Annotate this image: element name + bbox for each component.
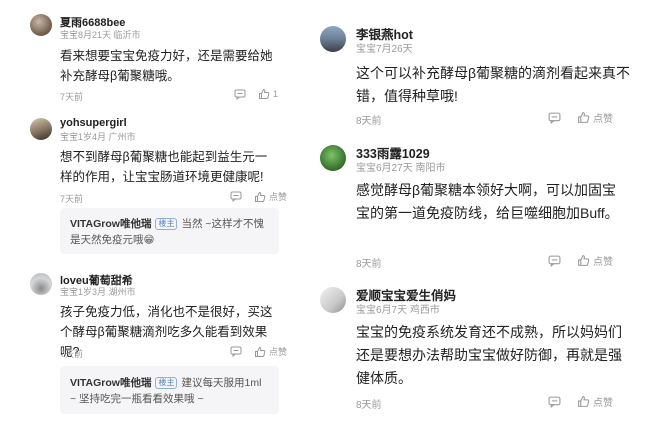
comment-time: 8天前 (356, 259, 382, 270)
thumb-up-icon (259, 88, 270, 99)
reply-button[interactable] (230, 191, 242, 202)
comment-icon (548, 255, 561, 267)
reply-author-name[interactable]: VITAGrow唯他瑞 (70, 218, 151, 230)
avatar[interactable] (30, 14, 52, 36)
like-count: 1 (273, 89, 279, 99)
user-meta: 宝宝6月27天 南阳市 (356, 163, 446, 174)
thumb-up-icon (255, 191, 266, 202)
like-button[interactable]: 点赞 (577, 110, 613, 125)
comment-actions: 点赞 (536, 110, 613, 125)
comment-icon (548, 112, 561, 124)
comment-text: 这个可以补充酵母β葡聚糖的滴剂看起来真不错，值得种草哦! (356, 65, 631, 104)
reply-button[interactable] (234, 89, 246, 100)
reply-button[interactable] (548, 112, 561, 124)
reply-button[interactable] (548, 255, 561, 267)
comment-item: loveu葡萄甜希 宝宝1岁3月 湖州市 孩子免疫力低，消化也不是很好，买这个酵… (0, 260, 300, 427)
comment-time: 8天前 (356, 116, 382, 127)
comment-actions: 1 (222, 88, 278, 100)
thumb-up-icon (578, 112, 590, 123)
comment-icon (234, 89, 246, 100)
comment-item: 333雨露1029 宝宝6月27天 南阳市 感觉酵母β葡聚糖本领好大啊，可以加固… (318, 135, 650, 275)
author-badge: 楼主 (155, 377, 178, 389)
comment-time: 7天前 (60, 349, 84, 359)
comment-item: yohsupergirl 宝宝1岁4月 广州市 想不到酵母β葡聚糖也能起到益生元… (0, 110, 300, 260)
comment-time: 7天前 (60, 194, 84, 204)
comment-time: 7天前 (60, 92, 84, 102)
avatar[interactable] (320, 26, 346, 52)
like-label: 点赞 (269, 347, 288, 357)
thumb-up-icon (255, 346, 266, 357)
author-reply: VITAGrow唯他瑞 楼主 当然 ~这样才不愧是天然免疫元哦😁 (60, 208, 279, 254)
comment-actions: 点赞 (536, 253, 613, 268)
username[interactable]: yohsupergirl (60, 117, 127, 129)
reply-button[interactable] (230, 346, 242, 357)
avatar[interactable] (30, 118, 52, 140)
comment-text: 想不到酵母β葡聚糖也能起到益生元一样的作用，让宝宝肠道环境更健康呢! (60, 150, 268, 184)
comment-text: 宝宝的免疫系统发育还不成熟，所以妈妈们还是要想办法帮助宝宝做好防御，再就是强健体… (356, 324, 622, 386)
like-button[interactable]: 点赞 (577, 394, 613, 409)
thumb-up-icon (578, 396, 590, 407)
reply-button[interactable] (548, 396, 561, 408)
comment-text: 看来想要宝宝免疫力好，还是需要给她补充酵母β葡聚糖哦。 (60, 49, 273, 83)
author-reply: VITAGrow唯他瑞 楼主 建议每天服用1ml ~ 坚持吃完一瓶看看效果哦 ~ (60, 366, 279, 414)
comment-item: 爱顺宝宝爱生俏妈 宝宝6月7天 鸡西市 宝宝的免疫系统发育还不成熟，所以妈妈们还… (318, 275, 650, 427)
like-label: 点赞 (593, 398, 613, 409)
comment-icon (548, 396, 561, 408)
like-label: 点赞 (269, 192, 288, 202)
user-meta: 宝宝1岁3月 湖州市 (60, 287, 136, 297)
like-label: 点赞 (593, 114, 613, 125)
reply-author-name[interactable]: VITAGrow唯他瑞 (70, 377, 151, 389)
comment-text: 感觉酵母β葡聚糖本领好大啊，可以加固宝宝的第一道免疫防线，给巨噬细胞加Buff。 (356, 182, 619, 221)
user-meta: 宝宝1岁4月 广州市 (60, 132, 136, 142)
thumb-up-icon (578, 255, 590, 266)
comment-icon (230, 191, 242, 202)
like-button[interactable]: 1 (258, 88, 278, 100)
like-button[interactable]: 点赞 (254, 345, 287, 358)
comment-actions: 点赞 (218, 345, 287, 358)
comment-item: 李银燕hot 宝宝7月26天 这个可以补充酵母β葡聚糖的滴剂看起来真不错，值得种… (318, 0, 650, 135)
user-meta: 宝宝8月21天 临沂市 (60, 30, 141, 40)
comment-icon (230, 346, 242, 357)
like-button[interactable]: 点赞 (254, 190, 287, 203)
author-badge: 楼主 (155, 218, 178, 230)
avatar[interactable] (320, 287, 346, 313)
avatar[interactable] (320, 145, 346, 171)
comment-actions: 点赞 (536, 394, 613, 409)
like-label: 点赞 (593, 257, 613, 268)
user-meta: 宝宝6月7天 鸡西市 (356, 305, 440, 316)
like-button[interactable]: 点赞 (577, 253, 613, 268)
comment-time: 8天前 (356, 400, 382, 411)
comment-item: 夏雨6688bee 宝宝8月21天 临沂市 看来想要宝宝免疫力好，还是需要给她补… (0, 0, 300, 110)
avatar[interactable] (30, 273, 52, 295)
comment-actions: 点赞 (218, 190, 287, 203)
user-meta: 宝宝7月26天 (356, 44, 413, 55)
